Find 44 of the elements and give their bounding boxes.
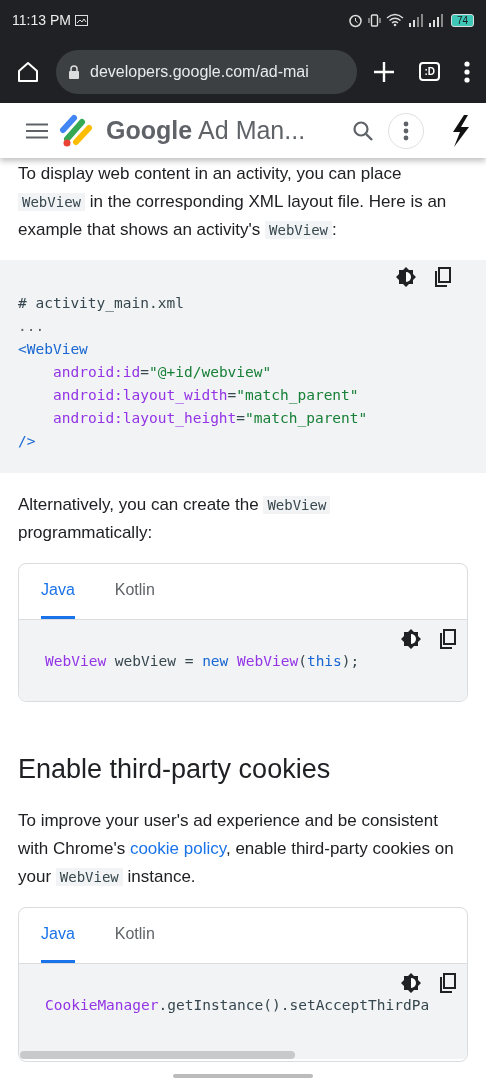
language-tab[interactable]: Kotlin <box>114 564 155 619</box>
signal-icon <box>427 13 444 27</box>
code-line: /> <box>18 432 37 451</box>
paragraph: To improve your user's ad experience and be consistent with Chrome's cookie policy, enable third-party cookies on your WebView instance. <box>18 810 455 888</box>
vibrate-icon <box>366 12 382 28</box>
product-name: Ad Man... <box>198 116 306 145</box>
code-line: # activity_main.xml <box>18 294 185 314</box>
theme-icon[interactable] <box>401 973 421 993</box>
status-time: 11:13 PM <box>12 12 71 28</box>
gallery-icon <box>74 14 88 26</box>
wifi-icon <box>385 13 404 27</box>
section-heading: Enable third-party cookies <box>18 754 332 785</box>
alarm-icon <box>347 12 363 28</box>
paragraph: To display web content in an activity, you can place WebView in the corresponding XML layout file. Here is an example that shows an activity's WebView : <box>18 163 448 241</box>
scrollbar[interactable] <box>20 1051 295 1059</box>
cookie-policy-link[interactable]: cookie policy <box>129 839 226 858</box>
battery-indicator: 74 <box>450 13 474 27</box>
search-icon[interactable] <box>352 119 374 142</box>
more-icon[interactable] <box>464 60 470 83</box>
code-line: WebView webView = new WebView(this); <box>45 652 361 671</box>
signal-icon <box>407 13 424 27</box>
url-text: developers.google.com/ad-mai <box>90 62 309 81</box>
code-line: android:layout_width="match_parent" <box>52 386 360 406</box>
code-line: ... <box>18 317 46 336</box>
lock-icon <box>68 64 80 79</box>
theme-icon[interactable] <box>401 629 421 649</box>
copy-icon[interactable] <box>434 267 452 287</box>
brand-name: Google <box>106 116 193 145</box>
code-line: android:id="@+id/webview" <box>52 363 273 382</box>
address-bar[interactable]: developers.google.com/ad-mai <box>56 49 358 94</box>
home-icon[interactable] <box>16 59 40 84</box>
code-line: <WebView <box>18 340 89 359</box>
code-line: CookieManager.getInstance().setAcceptThirdPa <box>45 996 431 1015</box>
logo-icon <box>58 113 94 148</box>
plus-icon[interactable] <box>373 60 396 83</box>
menu-icon[interactable] <box>26 122 48 139</box>
code-line: android:layout_height="match_parent" <box>52 409 369 429</box>
language-tab[interactable]: Kotlin <box>114 908 155 963</box>
copy-icon[interactable] <box>439 629 457 649</box>
copy-icon[interactable] <box>439 973 457 993</box>
theme-icon[interactable] <box>396 267 416 287</box>
tab-switcher-button[interactable]: :D <box>419 62 440 81</box>
paragraph: Alternatively, you can create the WebView programmatically: <box>18 491 468 547</box>
more-icon <box>403 120 409 141</box>
